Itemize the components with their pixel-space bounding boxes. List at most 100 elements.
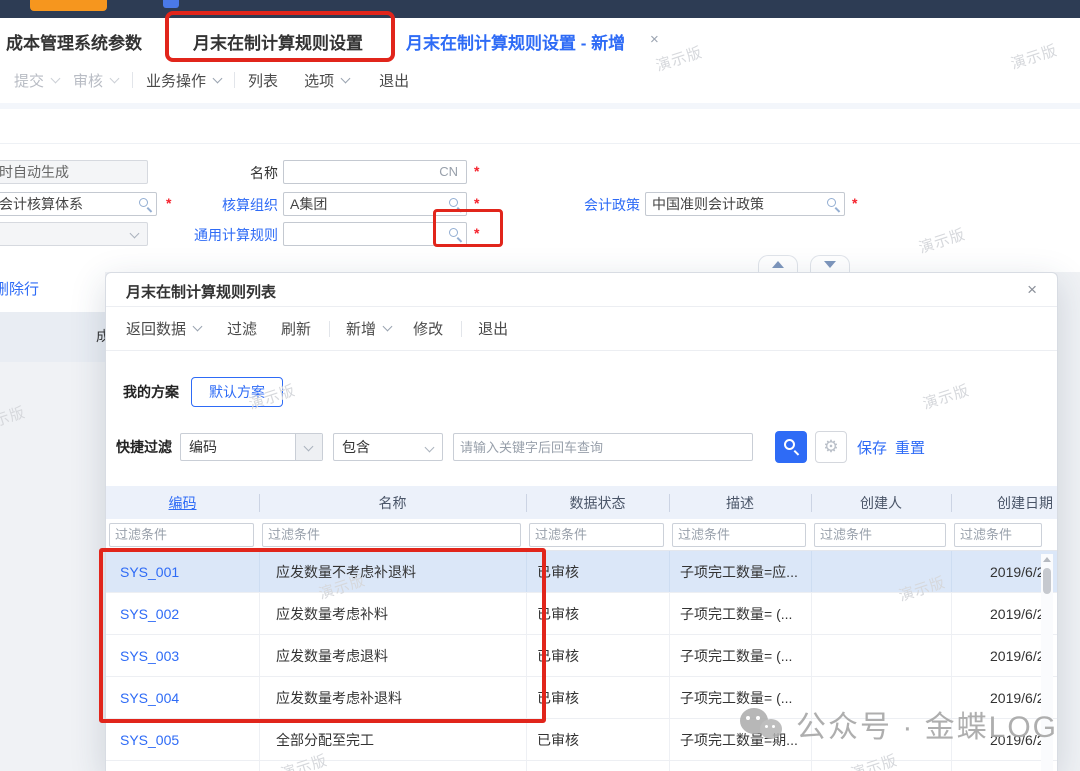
delete-row-link[interactable]: 删除行 (0, 278, 39, 299)
toolbar-separator (461, 321, 462, 337)
row-status: 已审核 (526, 635, 669, 676)
close-icon[interactable]: × (1027, 280, 1037, 300)
table-row[interactable]: SYS_003 应发数量考虑退料 已审核 子项完工数量= (... 2019/6… (106, 635, 1057, 677)
return-data-button[interactable]: 返回数据 (126, 318, 201, 339)
org-field[interactable]: A集团 (283, 192, 467, 216)
tab-rule-setup-new[interactable]: 月末在制计算规则设置 - 新增 (406, 29, 625, 54)
filter-operator-select[interactable]: 包含 (333, 433, 443, 461)
divider (0, 143, 1080, 144)
search-icon[interactable] (827, 198, 836, 207)
column-header-desc[interactable]: 描述 (669, 493, 811, 513)
chevron-down-icon (130, 229, 140, 239)
dialog-exit-button[interactable]: 退出 (478, 318, 508, 339)
table-row[interactable]: SYS_001 应发数量不考虑补退料 已审核 子项完工数量=应... 2019/… (106, 551, 1057, 593)
column-header-status[interactable]: 数据状态 (526, 493, 669, 513)
audit-button[interactable]: 审核 (73, 70, 118, 91)
table-row[interactable]: SYS_005 全部分配至完工 已审核 子项完工数量=期... 2019/6/2… (106, 719, 1057, 761)
policy-value: 中国准则会计政策 (652, 196, 764, 212)
chevron-down-icon (341, 73, 351, 83)
search-button[interactable] (775, 431, 807, 463)
search-icon[interactable] (139, 198, 148, 207)
column-filter-input[interactable] (109, 523, 254, 547)
reset-link[interactable]: 重置 (895, 437, 925, 458)
search-icon (784, 439, 795, 450)
list-button[interactable]: 列表 (248, 70, 278, 91)
settings-gear-button[interactable] (815, 431, 847, 463)
scroll-up-icon[interactable] (1043, 557, 1051, 562)
table-scrollbar[interactable] (1041, 554, 1053, 771)
light-band (0, 103, 1080, 109)
row-desc: 子项完工数量=应... (669, 551, 811, 592)
collapse-up-button[interactable] (758, 255, 798, 272)
chevron-down-icon (383, 322, 393, 332)
quick-filter-row: 快捷过滤 编码 包含 保存 重置 (116, 431, 925, 463)
policy-label[interactable]: 会计政策 (583, 195, 640, 215)
disabled-select-field (0, 222, 148, 246)
column-header-name[interactable]: 名称 (259, 493, 526, 513)
column-header-date[interactable]: 创建日期 (951, 493, 1057, 513)
table-row[interactable]: SYS_002 应发数量考虑补料 已审核 子项完工数量= (... 2019/6… (106, 593, 1057, 635)
row-creator (811, 593, 951, 634)
add-button[interactable]: 新增 (346, 318, 391, 339)
org-label[interactable]: 核算组织 (180, 195, 278, 215)
options-button[interactable]: 选项 (304, 70, 349, 91)
table-row[interactable]: SYS_004 应发数量考虑补退料 已审核 子项完工数量= (... 2019/… (106, 677, 1057, 719)
chevron-down-icon (110, 73, 120, 83)
row-code-link[interactable]: SYS_005 (106, 719, 259, 760)
dialog-toolbar: 返回数据 过滤 刷新 新增 修改 退出 (106, 307, 1057, 351)
save-link[interactable]: 保存 (857, 437, 887, 458)
row-code-link[interactable]: SYS_002 (106, 593, 259, 634)
edit-form: 时自动生成 名称 CN * 会计核算体系 * 核算组织 A集团 * 会计政策 中… (0, 150, 1080, 250)
filter-operator-value: 包含 (342, 439, 370, 455)
modify-button[interactable]: 修改 (413, 318, 443, 339)
column-filter-input[interactable] (814, 523, 946, 547)
rule-list-dialog: 月末在制计算规则列表 × 返回数据 过滤 刷新 新增 修改 退出 我的方案 默认… (105, 272, 1058, 771)
column-filter-input[interactable] (954, 523, 1042, 547)
exit-button[interactable]: 退出 (379, 70, 409, 91)
app-window: 成本管理系统参数 月末在制计算规则设置 月末在制计算规则设置 - 新增 × 提交… (0, 0, 1080, 771)
dialog-title: 月末在制计算规则列表 (126, 281, 276, 302)
chevron-down-icon (304, 442, 314, 452)
scrollbar-thumb[interactable] (1043, 568, 1051, 594)
row-status: 已审核 (526, 551, 669, 592)
accounting-system-field[interactable]: 会计核算体系 (0, 192, 157, 216)
column-filter-input[interactable] (529, 523, 664, 547)
submit-button[interactable]: 提交 (14, 70, 59, 91)
select-arrow-zone[interactable] (295, 434, 322, 460)
column-filter-input[interactable] (672, 523, 806, 547)
orange-button[interactable] (30, 0, 107, 11)
filter-field-select[interactable]: 编码 (180, 433, 323, 461)
column-header-creator[interactable]: 创建人 (811, 493, 951, 513)
main-toolbar: 提交 审核 业务操作 列表 选项 退出 (0, 58, 1080, 102)
tab-cost-system-params[interactable]: 成本管理系统参数 (6, 29, 142, 54)
submit-label: 提交 (14, 70, 44, 91)
search-icon[interactable] (449, 228, 458, 237)
tab-rule-setup[interactable]: 月末在制计算规则设置 (193, 29, 363, 54)
required-mark: * (474, 163, 479, 179)
chevron-down-icon (425, 443, 435, 453)
row-name: 应发数量考虑退料 (259, 635, 526, 676)
options-label: 选项 (304, 70, 334, 91)
filter-button[interactable]: 过滤 (227, 318, 257, 339)
column-filter-input[interactable] (262, 523, 521, 547)
business-label: 业务操作 (146, 70, 206, 91)
column-header-code[interactable]: 编码 (106, 493, 259, 513)
tab-close-icon[interactable]: × (650, 31, 659, 48)
business-actions-button[interactable]: 业务操作 (146, 70, 221, 91)
row-code-link[interactable]: SYS_001 (106, 551, 259, 592)
collapse-down-button[interactable] (810, 255, 850, 272)
row-status: 已审核 (526, 719, 669, 760)
blue-chip (163, 0, 179, 8)
default-scheme-button[interactable]: 默认方案 (191, 377, 283, 407)
required-mark: * (166, 195, 171, 211)
refresh-button[interactable]: 刷新 (281, 318, 311, 339)
name-field[interactable]: CN (283, 160, 467, 184)
row-code-link[interactable]: SYS_004 (106, 677, 259, 718)
common-rule-label[interactable]: 通用计算规则 (170, 225, 278, 245)
dialog-exit-label: 退出 (478, 318, 508, 339)
policy-field[interactable]: 中国准则会计政策 (645, 192, 845, 216)
row-code-link[interactable]: SYS_003 (106, 635, 259, 676)
search-icon[interactable] (449, 198, 458, 207)
keyword-search-input[interactable] (453, 433, 753, 461)
common-rule-field[interactable] (283, 222, 467, 246)
